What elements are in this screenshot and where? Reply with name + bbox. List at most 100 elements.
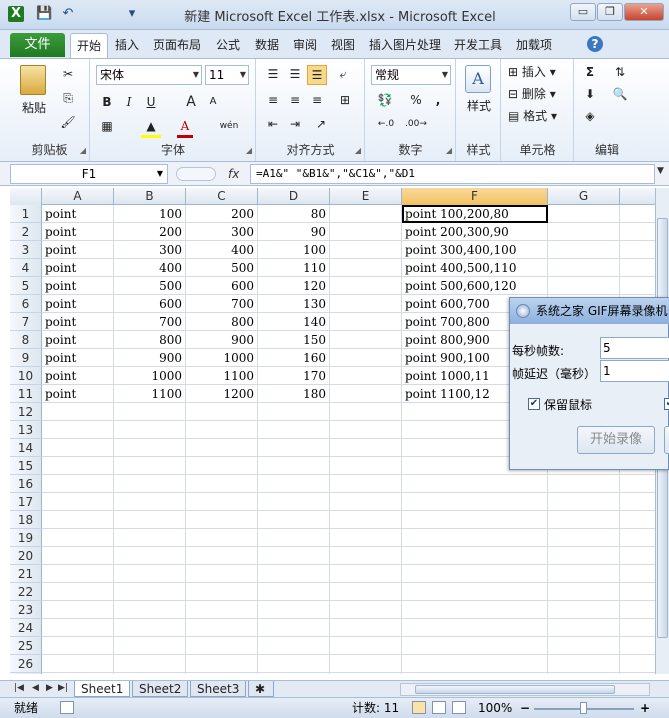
cell-h[interactable] <box>620 565 655 583</box>
italic-button[interactable]: I <box>121 93 137 111</box>
cell-c[interactable]: 500 <box>186 259 258 277</box>
cell-b[interactable] <box>114 439 186 457</box>
cell-h[interactable] <box>620 511 655 529</box>
cell-a[interactable]: point <box>42 277 114 295</box>
cell-b[interactable] <box>114 673 186 674</box>
cell-g[interactable] <box>548 637 620 655</box>
help-icon[interactable]: ? <box>587 36 603 52</box>
name-box[interactable]: F1 ▼ <box>10 164 168 184</box>
format-painter-icon[interactable]: 🖌 <box>58 113 78 131</box>
cell-e[interactable] <box>330 439 402 457</box>
cell-e[interactable] <box>330 457 402 475</box>
restore-button[interactable]: ❐ <box>597 3 623 21</box>
cell-d[interactable] <box>258 493 330 511</box>
cell-h[interactable] <box>620 259 655 277</box>
column-header-e[interactable]: E <box>330 188 402 205</box>
cell-f[interactable]: point 300,400,100 <box>402 241 548 259</box>
select-all-button[interactable] <box>10 188 42 205</box>
row-header[interactable]: 16 <box>10 475 42 493</box>
column-header-a[interactable]: A <box>42 188 114 205</box>
cell-b[interactable] <box>114 529 186 547</box>
cell-a[interactable]: point <box>42 331 114 349</box>
first-sheet-icon[interactable]: |◀ <box>14 683 24 693</box>
copy-icon[interactable]: ⎘ <box>58 89 78 107</box>
undo-icon[interactable]: ↶ <box>60 6 76 22</box>
percent-button[interactable]: % <box>408 91 424 109</box>
cell-b[interactable]: 700 <box>114 313 186 331</box>
cell-e[interactable] <box>330 655 402 673</box>
row-header[interactable]: 1 <box>10 205 42 223</box>
zoom-level[interactable]: 100% <box>478 698 512 718</box>
increase-indent-icon[interactable]: ⇥ <box>285 115 305 133</box>
cell-f[interactable]: point 400,500,110 <box>402 259 548 277</box>
cell-e[interactable] <box>330 493 402 511</box>
align-middle-icon[interactable]: ☰ <box>285 65 305 83</box>
cell-d[interactable] <box>258 439 330 457</box>
cell-g[interactable] <box>548 493 620 511</box>
border-icon[interactable]: ▦ <box>99 117 115 135</box>
row-header[interactable]: 2 <box>10 223 42 241</box>
merge-center-icon[interactable]: ⊞ <box>333 91 357 109</box>
cell-b[interactable] <box>114 403 186 421</box>
cell-c[interactable] <box>186 547 258 565</box>
last-sheet-icon[interactable]: ▶| <box>58 683 68 693</box>
cell-d[interactable] <box>258 655 330 673</box>
cell-g[interactable] <box>548 241 620 259</box>
cell-g[interactable] <box>548 223 620 241</box>
row-header[interactable]: 19 <box>10 529 42 547</box>
cell-g[interactable] <box>548 529 620 547</box>
cell-a[interactable]: point <box>42 349 114 367</box>
row-header[interactable]: 24 <box>10 619 42 637</box>
cell-d[interactable] <box>258 403 330 421</box>
alignment-launcher-icon[interactable]: ◢ <box>355 146 361 155</box>
cell-h[interactable] <box>620 601 655 619</box>
insert-cells-button[interactable]: ⊞ 插入 ▾ <box>508 63 570 81</box>
cell-c[interactable]: 1200 <box>186 385 258 403</box>
grow-font-button[interactable]: A <box>183 93 199 111</box>
cell-d[interactable]: 110 <box>258 259 330 277</box>
start-recording-button[interactable]: 开始录像 <box>577 426 655 454</box>
cell-d[interactable]: 80 <box>258 205 330 223</box>
tab-file[interactable]: 文件 <box>10 33 65 57</box>
row-header[interactable]: 6 <box>10 295 42 313</box>
zoom-slider-thumb[interactable] <box>580 702 587 714</box>
macro-record-icon[interactable] <box>60 701 74 714</box>
cell-d[interactable]: 130 <box>258 295 330 313</box>
row-header[interactable]: 12 <box>10 403 42 421</box>
cell-a[interactable]: point <box>42 313 114 331</box>
cell-d[interactable] <box>258 619 330 637</box>
cell-d[interactable] <box>258 601 330 619</box>
row-header[interactable]: 10 <box>10 367 42 385</box>
comma-button[interactable]: , <box>430 91 446 109</box>
tab-developer[interactable]: 开发工具 <box>454 36 502 53</box>
cell-c[interactable] <box>186 637 258 655</box>
cell-d[interactable] <box>258 637 330 655</box>
cell-a[interactable] <box>42 565 114 583</box>
phonetic-guide-button[interactable]: wén <box>215 117 243 135</box>
cell-a[interactable] <box>42 529 114 547</box>
underline-button[interactable]: U <box>143 93 159 111</box>
cell-b[interactable] <box>114 619 186 637</box>
cell-a[interactable]: point <box>42 241 114 259</box>
cell-h[interactable] <box>620 205 655 223</box>
next-sheet-icon[interactable]: ▶ <box>46 683 53 693</box>
normal-view-icon[interactable] <box>412 701 426 714</box>
cell-h[interactable] <box>620 277 655 295</box>
cell-d[interactable] <box>258 673 330 674</box>
expand-formula-bar-icon[interactable]: ▼ <box>657 166 664 176</box>
cell-c[interactable]: 700 <box>186 295 258 313</box>
cell-h[interactable] <box>620 619 655 637</box>
cell-f[interactable] <box>402 565 548 583</box>
cell-b[interactable] <box>114 637 186 655</box>
keep-cursor-checkbox[interactable]: ✔ <box>528 398 540 410</box>
align-center-icon[interactable]: ≡ <box>285 91 305 109</box>
cell-a[interactable]: point <box>42 205 114 223</box>
tab-page-layout[interactable]: 页面布局 <box>153 36 201 53</box>
cell-h[interactable] <box>620 583 655 601</box>
fps-input[interactable]: 5 <box>600 337 669 359</box>
cell-c[interactable]: 900 <box>186 331 258 349</box>
cell-f[interactable]: point 200,300,90 <box>402 223 548 241</box>
cell-h[interactable] <box>620 493 655 511</box>
cell-g[interactable] <box>548 655 620 673</box>
cell-d[interactable]: 150 <box>258 331 330 349</box>
